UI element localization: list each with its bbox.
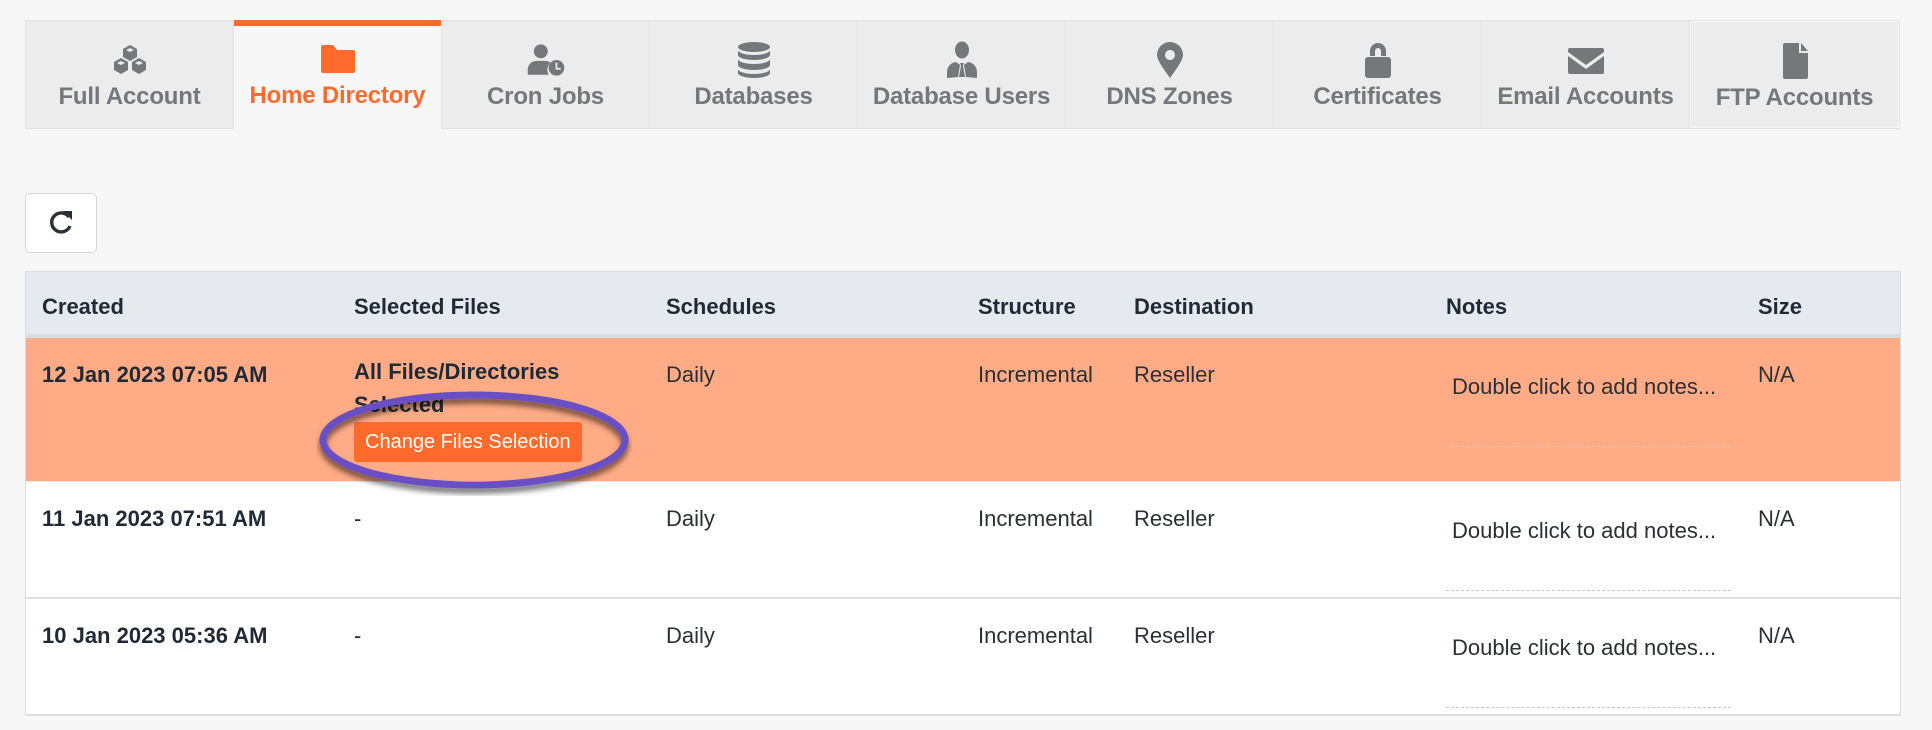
table-row[interactable]: 11 Jan 2023 07:51 AM - Daily Incremental… xyxy=(26,482,1900,599)
structure-cell: Incremental xyxy=(978,506,1093,531)
destination-cell: Reseller xyxy=(1134,506,1215,531)
refresh-button[interactable] xyxy=(25,193,97,253)
cubes-icon xyxy=(110,41,150,79)
column-header-created[interactable]: Created xyxy=(42,294,124,320)
tab-label: Full Account xyxy=(58,83,201,110)
page: Full Account Home Directory Cron Jobs Da… xyxy=(0,0,1932,730)
size-cell: N/A xyxy=(1758,623,1795,648)
tab-home-directory[interactable]: Home Directory xyxy=(234,20,442,129)
created-cell: 12 Jan 2023 07:05 AM xyxy=(42,362,268,387)
tab-label: Home Directory xyxy=(249,82,426,109)
size-cell: N/A xyxy=(1758,506,1795,531)
tab-label: Email Accounts xyxy=(1497,83,1674,110)
notes-editable-field[interactable]: Double click to add notes... xyxy=(1446,510,1731,591)
change-files-selection-button[interactable]: Change Files Selection xyxy=(354,422,582,462)
structure-cell: Incremental xyxy=(978,362,1093,387)
tab-email-accounts[interactable]: Email Accounts xyxy=(1482,21,1690,128)
tab-label: DNS Zones xyxy=(1106,83,1233,110)
backups-table: Created Selected Files Schedules Structu… xyxy=(25,271,1901,716)
schedules-cell: Daily xyxy=(666,362,715,387)
destination-cell: Reseller xyxy=(1134,623,1215,648)
destination-cell: Reseller xyxy=(1134,362,1215,387)
tab-ftp-accounts[interactable]: FTP Accounts xyxy=(1690,21,1899,128)
tab-label: FTP Accounts xyxy=(1715,84,1874,111)
column-header-structure[interactable]: Structure xyxy=(978,294,1076,320)
tab-label: Certificates xyxy=(1313,83,1442,110)
user-tie-icon xyxy=(942,41,982,79)
tab-full-account[interactable]: Full Account xyxy=(26,21,234,128)
created-cell: 10 Jan 2023 05:36 AM xyxy=(42,623,268,648)
column-header-schedules[interactable]: Schedules xyxy=(666,294,776,320)
folder-icon xyxy=(318,40,358,78)
user-clock-icon xyxy=(526,41,566,79)
map-marker-icon xyxy=(1150,41,1190,79)
tab-label: Cron Jobs xyxy=(487,83,604,110)
table-row[interactable]: 10 Jan 2023 05:36 AM - Daily Incremental… xyxy=(26,599,1900,716)
selected-files-cell: All Files/Directories Selected xyxy=(354,359,560,417)
notes-editable-field[interactable]: Double click to add notes... xyxy=(1446,627,1731,708)
tab-dns-zones[interactable]: DNS Zones xyxy=(1066,21,1274,128)
selected-files-cell: - xyxy=(354,623,362,648)
backup-type-tabs: Full Account Home Directory Cron Jobs Da… xyxy=(25,20,1900,129)
envelope-icon xyxy=(1566,41,1606,79)
size-cell: N/A xyxy=(1758,362,1795,387)
tab-database-users[interactable]: Database Users xyxy=(858,21,1066,128)
notes-editable-field[interactable]: Double click to add notes... xyxy=(1446,366,1731,447)
column-header-notes[interactable]: Notes xyxy=(1446,294,1507,320)
column-header-destination[interactable]: Destination xyxy=(1134,294,1254,320)
selected-files-cell: - xyxy=(354,506,362,531)
lock-icon xyxy=(1358,41,1398,79)
column-header-size[interactable]: Size xyxy=(1758,294,1802,320)
schedules-cell: Daily xyxy=(666,506,715,531)
tab-certificates[interactable]: Certificates xyxy=(1274,21,1482,128)
table-header: Created Selected Files Schedules Structu… xyxy=(26,272,1900,338)
table-row-selected[interactable]: 12 Jan 2023 07:05 AM All Files/Directori… xyxy=(26,338,1900,482)
database-icon xyxy=(734,41,774,79)
refresh-icon xyxy=(48,207,74,240)
schedules-cell: Daily xyxy=(666,623,715,648)
tab-cron-jobs[interactable]: Cron Jobs xyxy=(442,21,650,128)
file-icon xyxy=(1775,42,1815,80)
tab-label: Databases xyxy=(694,83,813,110)
structure-cell: Incremental xyxy=(978,623,1093,648)
tab-databases[interactable]: Databases xyxy=(650,21,858,128)
tab-label: Database Users xyxy=(872,83,1051,110)
column-header-selected-files[interactable]: Selected Files xyxy=(354,294,501,320)
created-cell: 11 Jan 2023 07:51 AM xyxy=(42,506,267,531)
